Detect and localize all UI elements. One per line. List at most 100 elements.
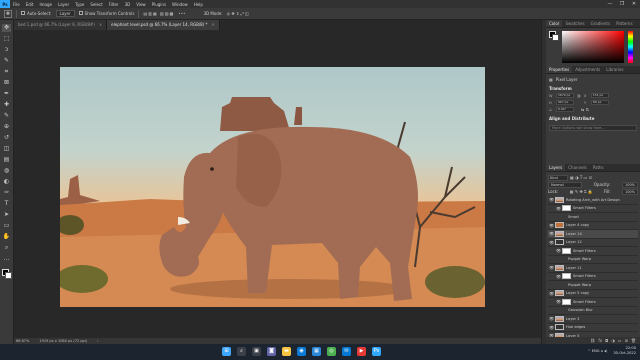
more-options-button[interactable]: •••: [178, 11, 185, 16]
color-swatches[interactable]: [1, 268, 13, 280]
store-icon[interactable]: ▦: [312, 347, 321, 356]
angle-field[interactable]: 0.00°: [556, 107, 574, 112]
zoom-tool-icon[interactable]: ⌕: [2, 244, 11, 252]
link-icon[interactable]: ⛓: [590, 338, 595, 343]
fx-icon[interactable]: fx: [598, 338, 602, 343]
tab-libraries[interactable]: Libraries: [603, 66, 626, 73]
path-select-tool-icon[interactable]: ➤: [2, 211, 11, 219]
pen-tool-icon[interactable]: ✑: [2, 189, 11, 197]
height-field[interactable]: 967 px: [556, 100, 574, 105]
file-explorer-icon[interactable]: ▬: [282, 347, 291, 356]
auto-select-checkbox[interactable]: Auto-Select:: [21, 11, 52, 16]
visibility-eye-icon[interactable]: 👁: [556, 274, 561, 279]
close-tab-icon[interactable]: ✕: [212, 22, 215, 27]
y-field[interactable]: 89 px: [591, 100, 609, 105]
align-section-header[interactable]: Align and Distribute: [549, 115, 637, 122]
visibility-eye-icon[interactable]: 👁: [549, 316, 554, 321]
visibility-eye-icon[interactable]: 👁: [549, 291, 554, 296]
menu-help[interactable]: Help: [191, 2, 206, 7]
eyedropper-tool-icon[interactable]: ✒: [2, 90, 11, 98]
layer-row[interactable]: 👁 Smart Filters: [548, 247, 638, 256]
auto-select-target-dropdown[interactable]: Layer: [55, 10, 75, 17]
maximize-button[interactable]: ❐: [616, 0, 628, 8]
tab-layers[interactable]: Layers: [546, 164, 566, 171]
status-arrow[interactable]: ›: [97, 339, 98, 343]
link-icon[interactable]: ⛓: [577, 94, 581, 98]
layer-row[interactable]: 👁 Smart Filters: [548, 205, 638, 213]
background-color[interactable]: [4, 272, 12, 279]
x-field[interactable]: 151 px: [590, 93, 609, 98]
move-tool-icon[interactable]: ✥: [4, 9, 12, 18]
menu-view[interactable]: View: [133, 2, 149, 7]
opacity-field[interactable]: 100%: [621, 181, 638, 188]
menu-type[interactable]: Type: [72, 2, 87, 7]
eraser-tool-icon[interactable]: ◫: [2, 145, 11, 153]
gradient-tool-icon[interactable]: ▤: [2, 156, 11, 164]
layer-row[interactable]: 👁 Layer 12: [548, 239, 638, 247]
blend-mode-dropdown[interactable]: Normal: [548, 181, 582, 188]
search-icon[interactable]: ⌕: [237, 347, 246, 356]
tab-patterns[interactable]: Patterns: [613, 20, 635, 27]
tab-properties[interactable]: Properties: [546, 66, 573, 73]
document-canvas[interactable]: [60, 67, 485, 307]
menu-window[interactable]: Window: [169, 2, 191, 7]
3d-mode-buttons[interactable]: ◎ ✥ ⇕ ⤢ ◫: [227, 11, 249, 16]
close-tab-icon[interactable]: ✕: [99, 22, 102, 27]
visibility-eye-icon[interactable]: 👁: [556, 248, 561, 253]
clone-stamp-tool-icon[interactable]: ⊕: [2, 123, 11, 131]
hue-slider[interactable]: [628, 31, 633, 63]
adjustment-icon[interactable]: ◑: [611, 338, 615, 343]
menu-image[interactable]: Image: [36, 2, 55, 7]
layer-row[interactable]: 👁 Hue edges: [548, 324, 638, 332]
tab-swatches[interactable]: Swatches: [562, 20, 587, 27]
quick-select-tool-icon[interactable]: ✎: [2, 57, 11, 65]
clock[interactable]: 22:00 30-Oct-2022: [613, 346, 636, 356]
more-tools-icon[interactable]: …: [2, 255, 11, 263]
layer-row[interactable]: 👁 Layer 11: [548, 264, 638, 273]
tab-color[interactable]: Color: [546, 20, 563, 27]
healing-tool-icon[interactable]: ✚: [2, 101, 11, 109]
trash-icon[interactable]: 🗑: [631, 338, 636, 343]
flip-icons[interactable]: ⇆ ⇅: [581, 107, 589, 112]
visibility-eye-icon[interactable]: 👁: [549, 265, 554, 270]
tray-icons[interactable]: ^ ENG ⌂ ◂): [588, 349, 608, 353]
canvas-workspace[interactable]: [14, 30, 541, 338]
visibility-eye-icon[interactable]: 👁: [549, 223, 554, 228]
layer-row[interactable]: 👁 Layer 3: [548, 315, 638, 324]
zoom-level[interactable]: 66.67%: [16, 339, 29, 343]
layer-row[interactable]: Puppet Warp: [548, 256, 638, 264]
background-color-swatch[interactable]: [552, 34, 559, 41]
group-icon[interactable]: ▭: [618, 338, 622, 343]
color-swatches[interactable]: [549, 31, 560, 42]
type-tool-icon[interactable]: T: [2, 200, 11, 208]
layer-row[interactable]: 👁 Layer 14: [548, 230, 638, 239]
frame-tool-icon[interactable]: ⊠: [2, 79, 11, 87]
color-picker-field[interactable]: [562, 31, 624, 63]
layer-row[interactable]: 👁 Layer 5 copy: [548, 290, 638, 298]
mask-icon[interactable]: ◘: [605, 338, 608, 343]
filter-icons[interactable]: ▦ ◑ T ▭ ⊡: [570, 175, 592, 180]
document-tab[interactable]: elephant level.psd @ 66.7% (Layer 14, RG…: [107, 20, 220, 30]
menu-3d[interactable]: 3D: [122, 2, 134, 7]
menu-edit[interactable]: Edit: [23, 2, 37, 7]
visibility-eye-icon[interactable]: 👁: [549, 240, 554, 245]
minimize-button[interactable]: —: [604, 0, 616, 8]
lasso-tool-icon[interactable]: ↄ: [2, 46, 11, 54]
fill-field[interactable]: 100%: [621, 188, 638, 195]
move-tool-icon[interactable]: ✥: [2, 24, 11, 32]
tab-channels[interactable]: Channels: [565, 164, 590, 171]
visibility-eye-icon[interactable]: 👁: [556, 299, 561, 304]
visibility-eye-icon[interactable]: 👁: [549, 197, 554, 202]
crop-tool-icon[interactable]: ⌗: [2, 68, 11, 76]
close-button[interactable]: ✕: [628, 0, 640, 8]
kind-filter-dropdown[interactable]: Kind: [548, 174, 568, 181]
rectangle-tool-icon[interactable]: ▭: [2, 222, 11, 230]
align-buttons[interactable]: ▤▥▦ ▧▨▩: [143, 11, 174, 16]
width-field[interactable]: 1679 px: [556, 93, 574, 98]
new-layer-icon[interactable]: ⊞: [625, 338, 628, 343]
windows-start-icon[interactable]: ⊞: [222, 347, 231, 356]
visibility-eye-icon[interactable]: 👁: [549, 231, 554, 236]
chrome-icon[interactable]: ◎: [327, 347, 336, 356]
chat-icon[interactable]: ◙: [267, 347, 276, 356]
task-view-icon[interactable]: ▣: [252, 347, 261, 356]
